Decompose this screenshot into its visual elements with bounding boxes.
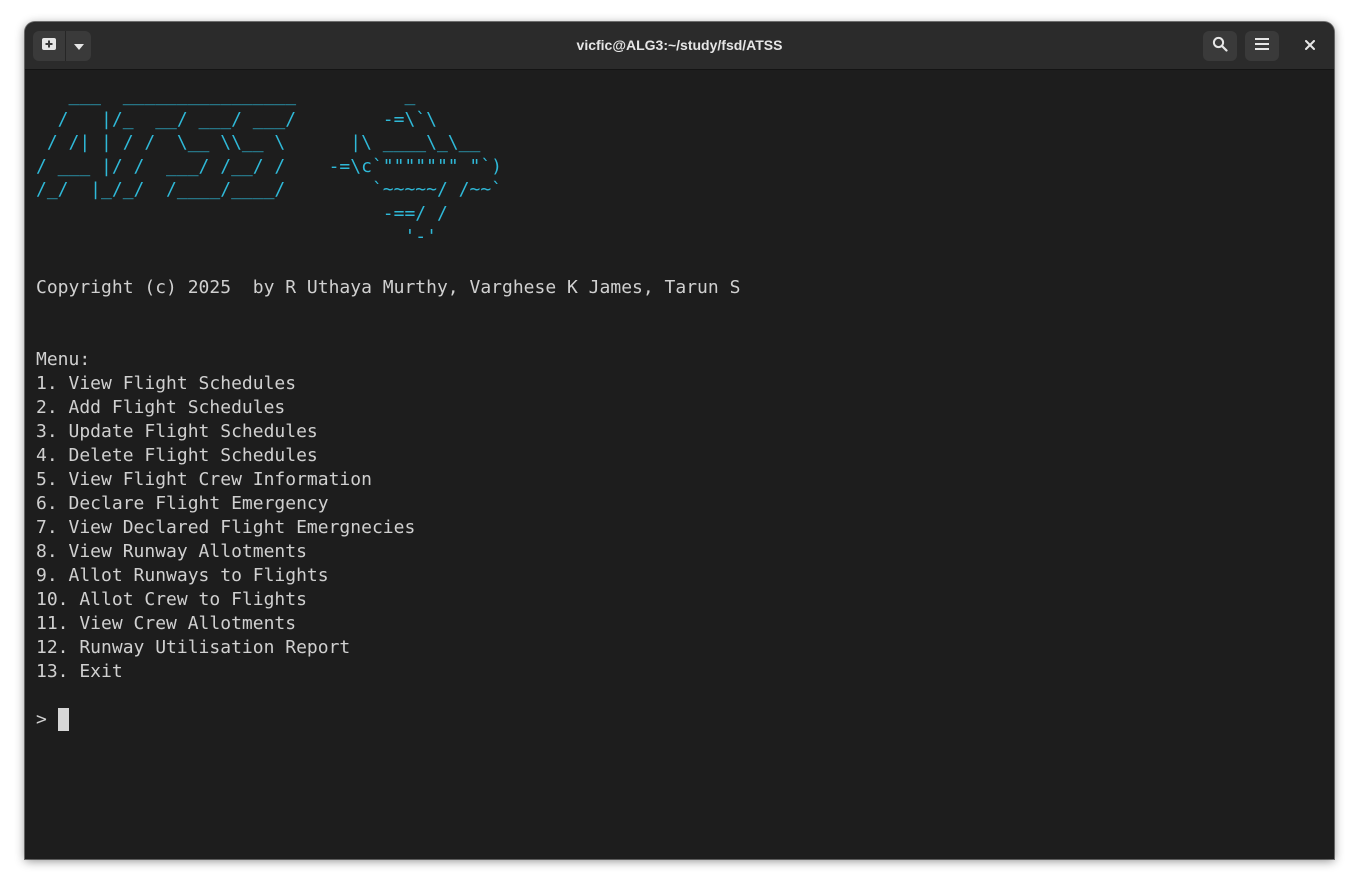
prompt-symbol: > <box>36 708 47 730</box>
menu-item: 3. Update Flight Schedules <box>36 420 318 442</box>
window-title: vicfic@ALG3:~/study/fsd/ATSS <box>576 37 783 53</box>
menu-item: 6. Declare Flight Emergency <box>36 492 329 514</box>
new-tab-button-group <box>33 31 91 61</box>
input-prompt[interactable]: > <box>36 708 1326 732</box>
menu-item: 11. View Crew Allotments <box>36 612 297 634</box>
title-bar: vicfic@ALG3:~/study/fsd/ATSS <box>25 22 1334 70</box>
terminal-window: vicfic@ALG3:~/study/fsd/ATSS ___ _______… <box>25 22 1334 859</box>
ascii-art-banner: ___ ________________ _ / |/_ __/ ___/ __… <box>36 85 502 247</box>
tab-options-dropdown[interactable] <box>66 31 91 61</box>
menu-header: Menu: <box>36 348 91 370</box>
close-button[interactable] <box>1295 31 1325 61</box>
close-icon <box>1305 37 1315 55</box>
terminal-content[interactable]: ___ ________________ _ / |/_ __/ ___/ __… <box>36 84 1326 844</box>
text-cursor <box>57 708 69 731</box>
chevron-down-icon <box>73 37 84 55</box>
menu-item: 10. Allot Crew to Flights <box>36 588 307 610</box>
menu-item: 5. View Flight Crew Information <box>36 468 372 490</box>
new-tab-icon <box>41 37 57 56</box>
menu-item: 1. View Flight Schedules <box>36 372 297 394</box>
new-tab-button[interactable] <box>33 31 66 61</box>
search-icon <box>1212 36 1228 57</box>
hamburger-menu-icon <box>1255 37 1269 55</box>
menu-item: 12. Runway Utilisation Report <box>36 636 351 658</box>
menu-item: 8. View Runway Allotments <box>36 540 307 562</box>
menu-item: 7. View Declared Flight Emergnecies <box>36 516 416 538</box>
menu-item: 13. Exit <box>36 660 123 682</box>
search-button[interactable] <box>1203 31 1237 61</box>
menu-item: 4. Delete Flight Schedules <box>36 444 318 466</box>
menu-item: 2. Add Flight Schedules <box>36 396 286 418</box>
copyright-line: Copyright (c) 2025 by R Uthaya Murthy, V… <box>36 276 741 298</box>
main-menu-button[interactable] <box>1245 31 1279 61</box>
menu-item: 9. Allot Runways to Flights <box>36 564 329 586</box>
